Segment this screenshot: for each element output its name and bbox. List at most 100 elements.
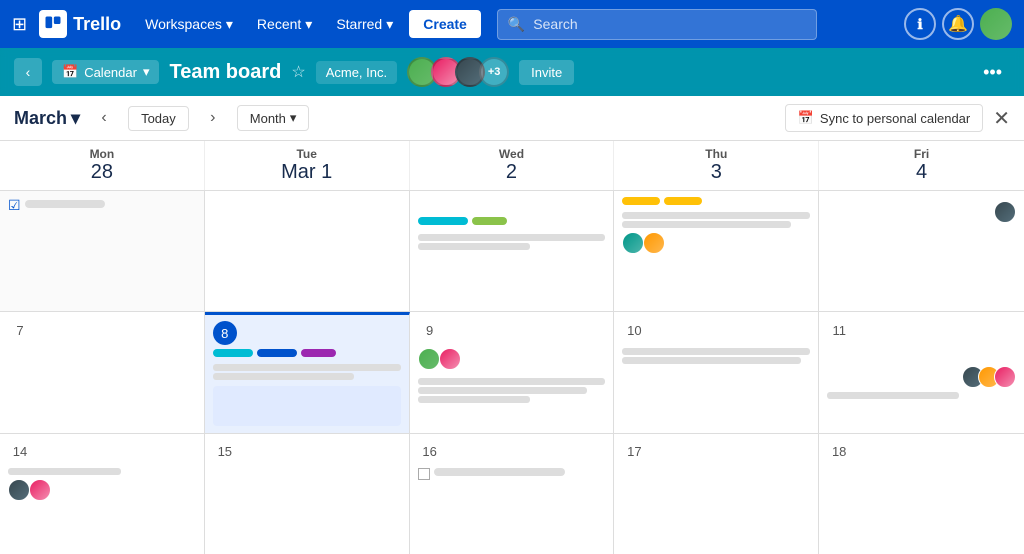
card-placeholder xyxy=(25,200,105,208)
today-button[interactable]: Today xyxy=(128,106,189,131)
board-title: Team board xyxy=(169,61,281,84)
calendar-weeks: ☑ xyxy=(0,191,1024,554)
checkbox-empty-icon xyxy=(418,468,430,480)
card-avatar-dark xyxy=(994,201,1016,223)
day-number: 7 xyxy=(8,318,32,342)
card-bar-a xyxy=(418,378,606,385)
calendar-day-28[interactable]: ☑ xyxy=(0,191,205,311)
view-selector[interactable]: 📅 Calendar ▾ xyxy=(52,60,159,84)
search-input[interactable] xyxy=(533,16,806,32)
chevron-down-icon: ▾ xyxy=(143,64,150,80)
card-bar-2 xyxy=(213,373,354,380)
trello-logo[interactable]: Trello xyxy=(39,10,121,38)
card-bar-c xyxy=(418,396,531,403)
calendar-day-7[interactable]: 7 xyxy=(0,312,205,432)
more-options-button[interactable]: ••• xyxy=(975,58,1010,87)
calendar-day-10[interactable]: 10 xyxy=(614,312,819,432)
day-number: 16 xyxy=(418,440,442,464)
card-bar xyxy=(434,468,565,476)
card-tag-yellow xyxy=(622,197,660,205)
card-content-bar xyxy=(418,234,606,241)
tag-purple xyxy=(301,349,336,357)
card-avatar-p xyxy=(439,348,461,370)
calendar-week-2: 7 8 9 xyxy=(0,312,1024,433)
card-bar-a xyxy=(622,348,810,355)
day-header-mon: Mon 28 xyxy=(0,141,205,190)
calendar-day-3[interactable] xyxy=(614,191,819,311)
board-header: ‹ 📅 Calendar ▾ Team board ☆ Acme, Inc. +… xyxy=(0,48,1024,96)
grid-icon[interactable]: ⊞ xyxy=(12,14,27,35)
avatar-d xyxy=(8,479,30,501)
user-avatar[interactable] xyxy=(980,8,1012,40)
card-tag-green xyxy=(472,217,507,225)
search-bar[interactable]: 🔍 xyxy=(497,9,817,40)
trello-logo-icon xyxy=(39,10,67,38)
workspace-tag[interactable]: Acme, Inc. xyxy=(316,61,397,84)
trello-wordmark: Trello xyxy=(73,14,121,35)
notifications-button[interactable]: 🔔 xyxy=(942,8,974,40)
month-label: March xyxy=(14,108,67,129)
avatar-pink xyxy=(994,366,1016,388)
sidebar-toggle[interactable]: ‹ xyxy=(14,58,42,86)
calendar-day-15[interactable]: 15 xyxy=(205,434,410,554)
calendar-icon: 📅 xyxy=(62,64,78,80)
avatar-p xyxy=(29,479,51,501)
nav-right-actions: ℹ 🔔 xyxy=(904,8,1012,40)
calendar-day-16[interactable]: 16 xyxy=(410,434,615,554)
calendar-day-17[interactable]: 17 xyxy=(614,434,819,554)
calendar-day-11[interactable]: 11 xyxy=(819,312,1024,432)
day-header-thu: Thu 3 xyxy=(614,141,819,190)
chevron-down-icon: ▾ xyxy=(71,108,80,129)
day-number: 18 xyxy=(827,440,851,464)
card-bar-b xyxy=(418,387,587,394)
day-headers: Mon 28 Tue Mar 1 Wed 2 Thu 3 Fri 4 xyxy=(0,141,1024,191)
day-number: 9 xyxy=(418,318,442,342)
card-content-bar-short xyxy=(418,243,531,250)
recent-menu[interactable]: Recent ▾ xyxy=(249,12,320,37)
day-number: 15 xyxy=(213,440,237,464)
checkbox-icon: ☑ xyxy=(8,197,21,214)
month-selector[interactable]: March ▾ xyxy=(14,108,80,129)
next-month-button[interactable]: › xyxy=(199,104,227,132)
day-number: 10 xyxy=(622,318,646,342)
calendar-sync-icon: 📅 xyxy=(798,110,814,126)
day-header-fri: Fri 4 xyxy=(819,141,1024,190)
card-bar-b xyxy=(622,357,800,364)
info-button[interactable]: ℹ xyxy=(904,8,936,40)
calendar-week-3: 14 15 16 xyxy=(0,434,1024,554)
day-header-tue: Tue Mar 1 xyxy=(205,141,410,190)
chevron-down-icon: ▾ xyxy=(290,110,297,126)
card-tag-cyan xyxy=(418,217,468,225)
tag-cyan xyxy=(213,349,253,357)
calendar-week-1: ☑ xyxy=(0,191,1024,312)
expanded-card xyxy=(213,386,401,426)
card-content-bar2 xyxy=(622,221,791,228)
calendar-day-2[interactable] xyxy=(410,191,615,311)
card-avatar-2 xyxy=(643,232,665,254)
create-button[interactable]: Create xyxy=(409,10,481,38)
card-bar xyxy=(8,468,121,475)
close-calendar-button[interactable]: ✕ xyxy=(993,106,1010,131)
month-view-button[interactable]: Month ▾ xyxy=(237,105,310,131)
card-bar-1 xyxy=(213,364,401,371)
calendar-day-9[interactable]: 9 xyxy=(410,312,615,432)
workspaces-menu[interactable]: Workspaces ▾ xyxy=(137,12,241,37)
tag-blue xyxy=(257,349,297,357)
invite-button[interactable]: Invite xyxy=(519,60,574,85)
calendar-toolbar: March ▾ ‹ Today › Month ▾ 📅 Sync to pers… xyxy=(0,96,1024,141)
calendar-day-18[interactable]: 18 xyxy=(819,434,1024,554)
calendar-area: March ▾ ‹ Today › Month ▾ 📅 Sync to pers… xyxy=(0,96,1024,554)
card-tag-yellow2 xyxy=(664,197,702,205)
card-content-bar xyxy=(622,212,810,219)
calendar-day-8[interactable]: 8 xyxy=(205,312,410,432)
star-button[interactable]: ☆ xyxy=(291,62,305,82)
calendar-day-14[interactable]: 14 xyxy=(0,434,205,554)
calendar-day-4[interactable] xyxy=(819,191,1024,311)
more-members-count[interactable]: +3 xyxy=(479,57,509,87)
day-number: 8 xyxy=(213,321,237,345)
sync-calendar-button[interactable]: 📅 Sync to personal calendar xyxy=(785,104,984,132)
starred-menu[interactable]: Starred ▾ xyxy=(328,12,401,37)
card-bar-short xyxy=(827,392,959,399)
prev-month-button[interactable]: ‹ xyxy=(90,104,118,132)
calendar-day-mar1[interactable] xyxy=(205,191,410,311)
